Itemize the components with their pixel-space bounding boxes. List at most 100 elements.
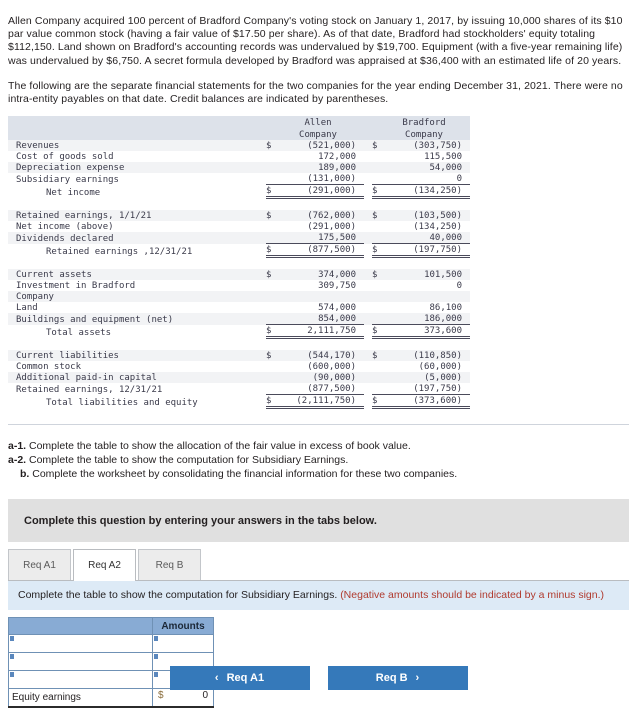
intro-paragraph-2: The following are the separate financial…	[8, 79, 623, 106]
fin-row-label: Buildings and equipment (net)	[8, 313, 266, 325]
fin-row-bradford-value: 86,100	[386, 302, 470, 314]
requirements-list: a-1. Complete the table to show the allo…	[8, 439, 629, 481]
requirement-text: Complete the table to show the allocatio…	[26, 440, 411, 453]
fin-row: Revenues $ (521,000) $ (303,750)	[8, 140, 470, 152]
tab-req-b[interactable]: Req B	[138, 549, 201, 581]
financial-statements-table: Allen Bradford Company Company Revenues $ (521…	[8, 116, 470, 421]
fin-row-bradford-symbol	[372, 280, 386, 292]
complete-question-band: Complete this question by entering your …	[8, 499, 629, 543]
fin-header-bradford-line1: Bradford	[386, 116, 470, 129]
fin-row-allen-symbol	[266, 302, 280, 314]
intro-paragraph-1: Allen Company acquired 100 percent of Br…	[8, 15, 623, 67]
fin-row-bradford-value: (197,750)	[386, 243, 470, 259]
fin-spacer-row	[8, 197, 470, 211]
fin-row-label: Current liabilities	[8, 350, 266, 362]
fin-row-label: Additional paid-in capital	[8, 372, 266, 384]
fin-row-label: Land	[8, 302, 266, 314]
fin-row-allen-value: 189,000	[280, 162, 364, 174]
fin-row-bradford-symbol	[372, 162, 386, 174]
fin-row-allen-value: 374,000	[280, 269, 364, 281]
fin-row: Dividends declared 175,500 40,000	[8, 232, 470, 245]
answer-row-label-input[interactable]	[8, 634, 153, 654]
fin-row-bradford-value: 101,500	[386, 269, 470, 281]
fin-row-bradford-symbol: $	[372, 140, 386, 152]
fin-row-allen-symbol: $	[266, 140, 280, 152]
fin-row-allen-value: (544,170)	[280, 350, 364, 362]
fin-row-allen-value: (291,000)	[280, 184, 364, 200]
fin-row: Retained earnings ,12/31/21 $ (877,500) $ (1…	[8, 243, 470, 259]
fin-row-label: Investment in Bradford	[8, 280, 266, 292]
next-req-b-label: Req B	[375, 672, 408, 684]
fin-row: Company	[8, 291, 470, 303]
prev-req-a1-button[interactable]: ‹ Req A1	[169, 666, 310, 690]
fin-row-allen-value: (90,000)	[280, 372, 364, 384]
fin-row-label: Retained earnings, 1/1/21	[8, 210, 266, 222]
fin-row-allen-symbol	[266, 361, 280, 373]
equity-earnings-value: 0	[202, 690, 208, 702]
fin-row-allen-value: (131,000)	[280, 173, 364, 186]
tab-req-a2[interactable]: Req A2	[73, 549, 136, 582]
prev-req-a1-label: Req A1	[226, 672, 265, 684]
tab-req-a1[interactable]: Req A1	[8, 549, 71, 581]
fin-row-allen-symbol: $	[266, 210, 280, 222]
fin-row-label: Dividends declared	[8, 232, 266, 244]
dollar-sign: $	[158, 690, 164, 702]
next-req-b-button[interactable]: Req B ›	[327, 666, 468, 690]
fin-row-bradford-symbol	[372, 361, 386, 373]
fin-row-label: Company	[8, 291, 266, 303]
fin-row-bradford-symbol	[372, 372, 386, 384]
fin-row-bradford-value: (110,850)	[386, 350, 470, 362]
financial-statements-table-wrap: Allen Bradford Company Company Revenues $ (521…	[8, 116, 629, 426]
fin-row-label: Current assets	[8, 269, 266, 281]
fin-row-bradford-value: 40,000	[386, 232, 470, 245]
fin-spacer-row	[8, 256, 470, 270]
fin-header-row-1: Allen Bradford	[8, 116, 470, 129]
requirement-marker: a-2.	[8, 454, 27, 467]
fin-row-allen-symbol	[266, 313, 280, 326]
fin-row-allen-value: (877,500)	[280, 383, 364, 396]
fin-row-allen-value: (762,000)	[280, 210, 364, 222]
fin-row: Common stock (600,000) (60,000)	[8, 361, 470, 373]
fin-row-bradford-value: (60,000)	[386, 361, 470, 373]
fin-row-label: Net income (above)	[8, 221, 266, 233]
fin-header-blank	[8, 116, 266, 129]
fin-row-bradford-symbol	[372, 221, 386, 233]
requirement-instruction-bar: Complete the table to show the computati…	[8, 581, 629, 611]
requirement-instruction-text: Complete the table to show the computati…	[18, 589, 341, 602]
fin-row-label: Common stock	[8, 361, 266, 373]
fin-row-allen-symbol	[266, 232, 280, 245]
fin-row-label: Subsidiary earnings	[8, 173, 266, 185]
tab-label: Req B	[155, 559, 184, 571]
fin-row-allen-value: 574,000	[280, 302, 364, 314]
fin-row: Retained earnings, 1/1/21 $ (762,000) $ (103…	[8, 210, 470, 222]
question-page: Allen Company acquired 100 percent of Br…	[0, 0, 637, 708]
fin-row-label: Total liabilities and equity	[8, 394, 266, 408]
tab-label: Req A2	[88, 560, 121, 572]
fin-row-bradford-value: (134,250)	[386, 184, 470, 200]
fin-row-bradford-value: (5,000)	[386, 372, 470, 384]
fin-row: Land 574,000 86,100	[8, 302, 470, 314]
chevron-left-icon: ‹	[214, 672, 219, 684]
fin-row-bradford-symbol: $	[372, 324, 386, 340]
requirement-line: a-1. Complete the table to show the allo…	[8, 439, 629, 453]
fin-row-bradford-value: (303,750)	[386, 140, 470, 152]
fin-row-allen-symbol: $	[266, 269, 280, 281]
fin-row-bradford-value: (373,600)	[386, 394, 470, 410]
requirement-tab-strip[interactable]: Req A1 Req A2 Req B	[8, 548, 629, 582]
fin-row: Current liabilities $ (544,170) $ (110,850)	[8, 350, 470, 362]
fin-row-bradford-symbol: $	[372, 269, 386, 281]
fin-header-allen-line2: Company	[280, 128, 364, 141]
fin-row-allen-symbol	[266, 291, 280, 303]
fin-row-allen-symbol	[266, 173, 280, 186]
fin-row-bradford-symbol: $	[372, 184, 386, 200]
requirement-marker: b.	[20, 468, 30, 481]
answer-table-head: Amounts	[8, 617, 214, 636]
fin-spacer-row	[8, 407, 470, 421]
fin-row-bradford-symbol: $	[372, 394, 386, 410]
requirement-text: Complete the table to show the computati…	[26, 454, 349, 467]
fin-row-label: Retained earnings, 12/31/21	[8, 383, 266, 395]
fin-row-allen-value: 2,111,750	[280, 324, 364, 340]
fin-row-bradford-symbol	[372, 173, 386, 186]
answer-row-amount-input[interactable]	[152, 634, 214, 654]
fin-row-allen-symbol: $	[266, 184, 280, 200]
